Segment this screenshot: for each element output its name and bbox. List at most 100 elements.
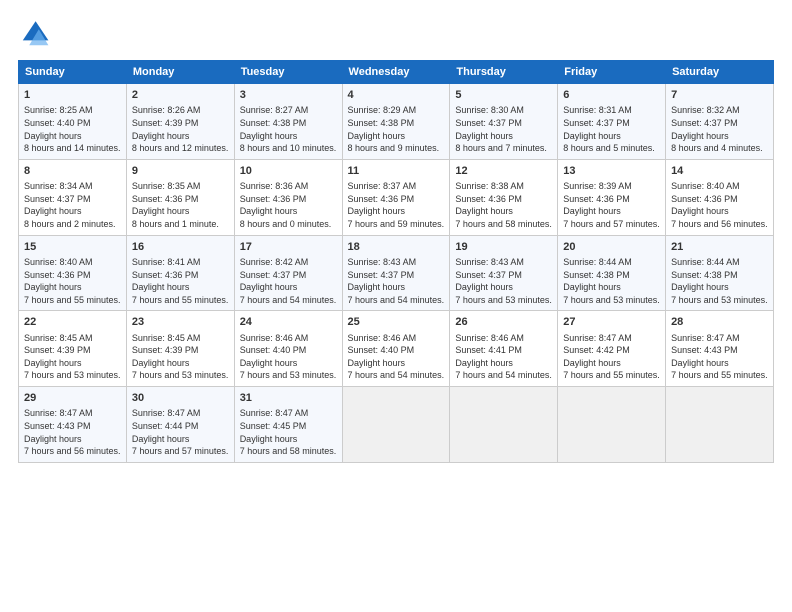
day-number: 11 [348, 164, 445, 179]
daylight-value: 7 hours and 53 minutes. [671, 295, 768, 305]
cell-2-3: 10Sunrise: 8:36 AMSunset: 4:36 PMDayligh… [234, 159, 342, 235]
day-number: 16 [132, 240, 229, 255]
daylight-label: Daylight hours [24, 282, 82, 292]
daylight-label: Daylight hours [24, 434, 82, 444]
sunrise: Sunrise: 8:43 AM [348, 257, 417, 267]
week-row-3: 15Sunrise: 8:40 AMSunset: 4:36 PMDayligh… [19, 235, 774, 311]
cell-4-5: 26Sunrise: 8:46 AMSunset: 4:41 PMDayligh… [450, 311, 558, 387]
daylight-label: Daylight hours [455, 206, 513, 216]
daylight-value: 8 hours and 10 minutes. [240, 143, 337, 153]
page: SundayMondayTuesdayWednesdayThursdayFrid… [0, 0, 792, 612]
daylight-value: 7 hours and 58 minutes. [455, 219, 552, 229]
sunset: Sunset: 4:38 PM [671, 270, 738, 280]
cell-3-3: 17Sunrise: 8:42 AMSunset: 4:37 PMDayligh… [234, 235, 342, 311]
cell-1-6: 6Sunrise: 8:31 AMSunset: 4:37 PMDaylight… [558, 84, 666, 160]
cell-2-6: 13Sunrise: 8:39 AMSunset: 4:36 PMDayligh… [558, 159, 666, 235]
day-number: 15 [24, 240, 121, 255]
daylight-value: 7 hours and 59 minutes. [348, 219, 445, 229]
sunrise: Sunrise: 8:27 AM [240, 105, 309, 115]
day-number: 8 [24, 164, 121, 179]
cell-4-1: 22Sunrise: 8:45 AMSunset: 4:39 PMDayligh… [19, 311, 127, 387]
daylight-value: 8 hours and 12 minutes. [132, 143, 229, 153]
week-row-1: 1Sunrise: 8:25 AMSunset: 4:40 PMDaylight… [19, 84, 774, 160]
sunset: Sunset: 4:45 PM [240, 421, 307, 431]
cell-3-4: 18Sunrise: 8:43 AMSunset: 4:37 PMDayligh… [342, 235, 450, 311]
daylight-label: Daylight hours [24, 131, 82, 141]
sunrise: Sunrise: 8:45 AM [132, 333, 201, 343]
cell-2-1: 8Sunrise: 8:34 AMSunset: 4:37 PMDaylight… [19, 159, 127, 235]
cell-1-3: 3Sunrise: 8:27 AMSunset: 4:38 PMDaylight… [234, 84, 342, 160]
cell-3-7: 21Sunrise: 8:44 AMSunset: 4:38 PMDayligh… [666, 235, 774, 311]
daylight-value: 7 hours and 54 minutes. [348, 370, 445, 380]
sunrise: Sunrise: 8:45 AM [24, 333, 93, 343]
daylight-label: Daylight hours [348, 131, 406, 141]
sunrise: Sunrise: 8:44 AM [563, 257, 632, 267]
sunrise: Sunrise: 8:44 AM [671, 257, 740, 267]
sunset: Sunset: 4:38 PM [348, 118, 415, 128]
daylight-label: Daylight hours [455, 131, 513, 141]
week-row-5: 29 Sunrise: 8:47 AM Sunset: 4:43 PM Dayligh… [19, 387, 774, 463]
daylight-value: 7 hours and 53 minutes. [132, 370, 229, 380]
cell-3-1: 15Sunrise: 8:40 AMSunset: 4:36 PMDayligh… [19, 235, 127, 311]
sunrise: Sunrise: 8:47 AM [563, 333, 632, 343]
col-header-wednesday: Wednesday [342, 61, 450, 84]
sunrise: Sunrise: 8:47 AM [24, 408, 93, 418]
cell-1-2: 2Sunrise: 8:26 AMSunset: 4:39 PMDaylight… [126, 84, 234, 160]
sunrise: Sunrise: 8:42 AM [240, 257, 309, 267]
daylight-label: Daylight hours [132, 206, 190, 216]
sunrise: Sunrise: 8:47 AM [671, 333, 740, 343]
sunrise: Sunrise: 8:41 AM [132, 257, 201, 267]
cell-2-4: 11Sunrise: 8:37 AMSunset: 4:36 PMDayligh… [342, 159, 450, 235]
cell-1-7: 7Sunrise: 8:32 AMSunset: 4:37 PMDaylight… [666, 84, 774, 160]
sunset: Sunset: 4:41 PM [455, 345, 522, 355]
logo-icon [18, 18, 50, 50]
cell-5-2: 30Sunrise: 8:47 AMSunset: 4:44 PMDayligh… [126, 387, 234, 463]
sunset: Sunset: 4:36 PM [455, 194, 522, 204]
header-row: SundayMondayTuesdayWednesdayThursdayFrid… [19, 61, 774, 84]
day-number: 13 [563, 164, 660, 179]
cell-2-7: 14Sunrise: 8:40 AMSunset: 4:36 PMDayligh… [666, 159, 774, 235]
cell-1-4: 4Sunrise: 8:29 AMSunset: 4:38 PMDaylight… [342, 84, 450, 160]
col-header-thursday: Thursday [450, 61, 558, 84]
sunset: Sunset: 4:37 PM [240, 270, 307, 280]
day-number: 29 [24, 391, 121, 406]
daylight-label: Daylight hours [132, 358, 190, 368]
sunrise: Sunrise: 8:37 AM [348, 181, 417, 191]
daylight-label: Daylight hours [455, 282, 513, 292]
daylight-value: 7 hours and 55 minutes. [671, 370, 768, 380]
day-number: 23 [132, 315, 229, 330]
day-number: 22 [24, 315, 121, 330]
sunrise: Sunrise: 8:26 AM [132, 105, 201, 115]
logo [18, 18, 54, 50]
daylight-label: Daylight hours [240, 206, 298, 216]
daylight-value: 7 hours and 58 minutes. [240, 446, 337, 456]
day-number: 18 [348, 240, 445, 255]
day-number: 26 [455, 315, 552, 330]
daylight-label: Daylight hours [671, 358, 729, 368]
daylight-value: 7 hours and 53 minutes. [455, 295, 552, 305]
daylight-value: 7 hours and 56 minutes. [24, 446, 121, 456]
sunrise: Sunrise: 8:34 AM [24, 181, 93, 191]
sunset: Sunset: 4:37 PM [348, 270, 415, 280]
day-number: 10 [240, 164, 337, 179]
daylight-label: Daylight hours [240, 282, 298, 292]
daylight-value: 8 hours and 5 minutes. [563, 143, 655, 153]
sunrise: Sunrise: 8:47 AM [240, 408, 309, 418]
daylight-label: Daylight hours [24, 358, 82, 368]
cell-3-5: 19Sunrise: 8:43 AMSunset: 4:37 PMDayligh… [450, 235, 558, 311]
sunrise: Sunrise: 8:31 AM [563, 105, 632, 115]
day-number: 24 [240, 315, 337, 330]
week-row-4: 22Sunrise: 8:45 AMSunset: 4:39 PMDayligh… [19, 311, 774, 387]
sunset: Sunset: 4:37 PM [563, 118, 630, 128]
day-number: 5 [455, 88, 552, 103]
daylight-label: Daylight hours [132, 131, 190, 141]
daylight-value: 7 hours and 57 minutes. [132, 446, 229, 456]
sunset: Sunset: 4:36 PM [24, 270, 91, 280]
sunrise: Sunrise: 8:46 AM [348, 333, 417, 343]
daylight-label: Daylight hours [563, 206, 621, 216]
sunset: Sunset: 4:36 PM [348, 194, 415, 204]
sunset: Sunset: 4:43 PM [24, 421, 91, 431]
cell-5-6 [558, 387, 666, 463]
daylight-value: 7 hours and 55 minutes. [563, 370, 660, 380]
sunrise: Sunrise: 8:38 AM [455, 181, 524, 191]
